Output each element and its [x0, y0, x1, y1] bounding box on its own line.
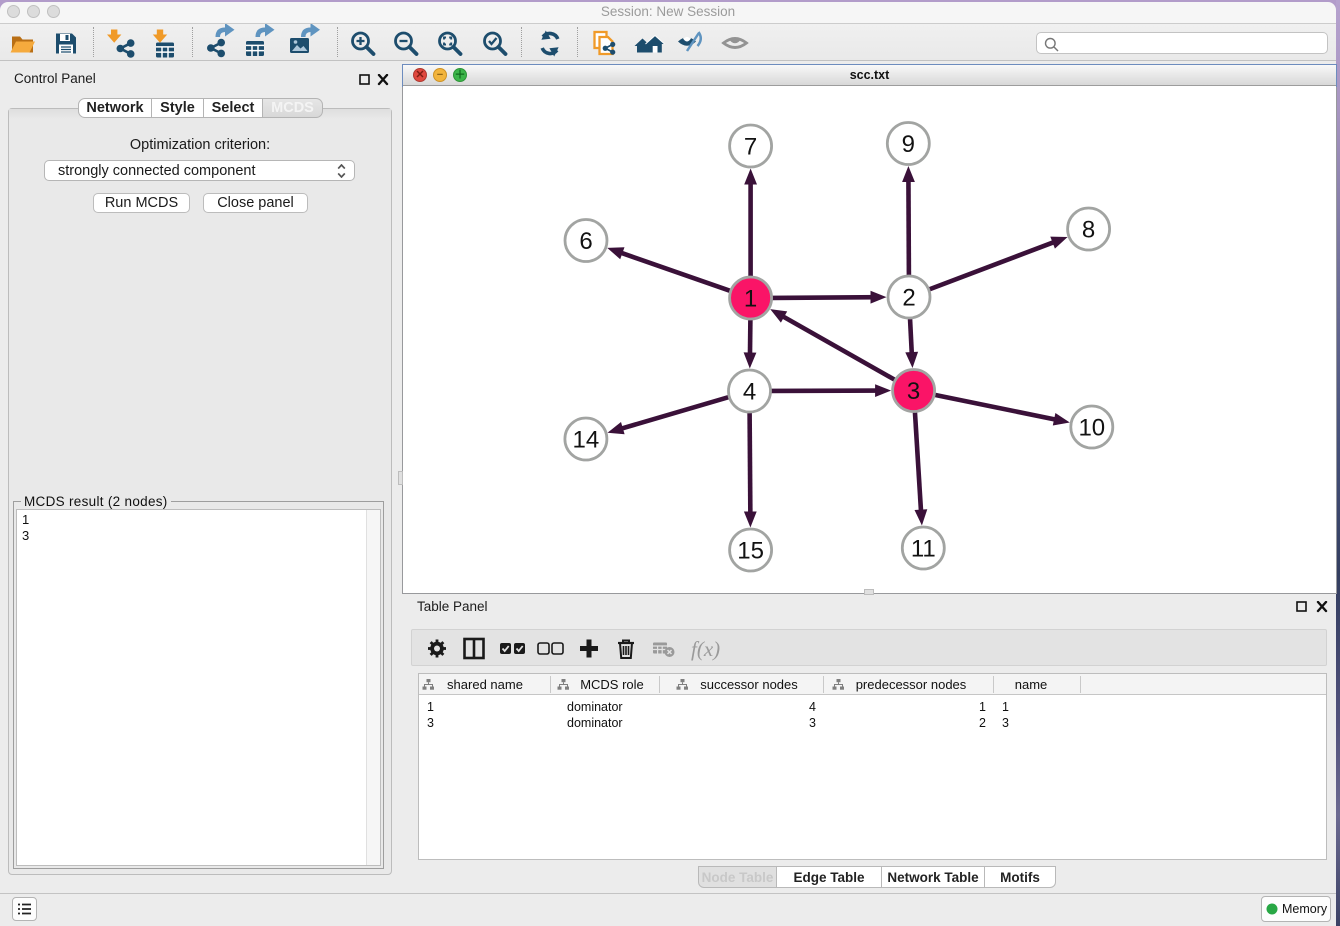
svg-text:4: 4: [743, 379, 756, 406]
svg-text:8: 8: [1082, 217, 1095, 244]
svg-text:14: 14: [573, 427, 600, 454]
svg-text:7: 7: [744, 134, 757, 161]
svg-text:6: 6: [579, 228, 592, 255]
svg-text:15: 15: [737, 538, 764, 565]
svg-text:2: 2: [902, 285, 915, 312]
svg-text:3: 3: [907, 378, 920, 405]
svg-text:10: 10: [1078, 415, 1105, 442]
svg-text:f(x): f(x): [691, 637, 720, 661]
svg-text:11: 11: [911, 536, 936, 563]
svg-text:1: 1: [744, 286, 757, 313]
svg-text:9: 9: [902, 131, 915, 158]
